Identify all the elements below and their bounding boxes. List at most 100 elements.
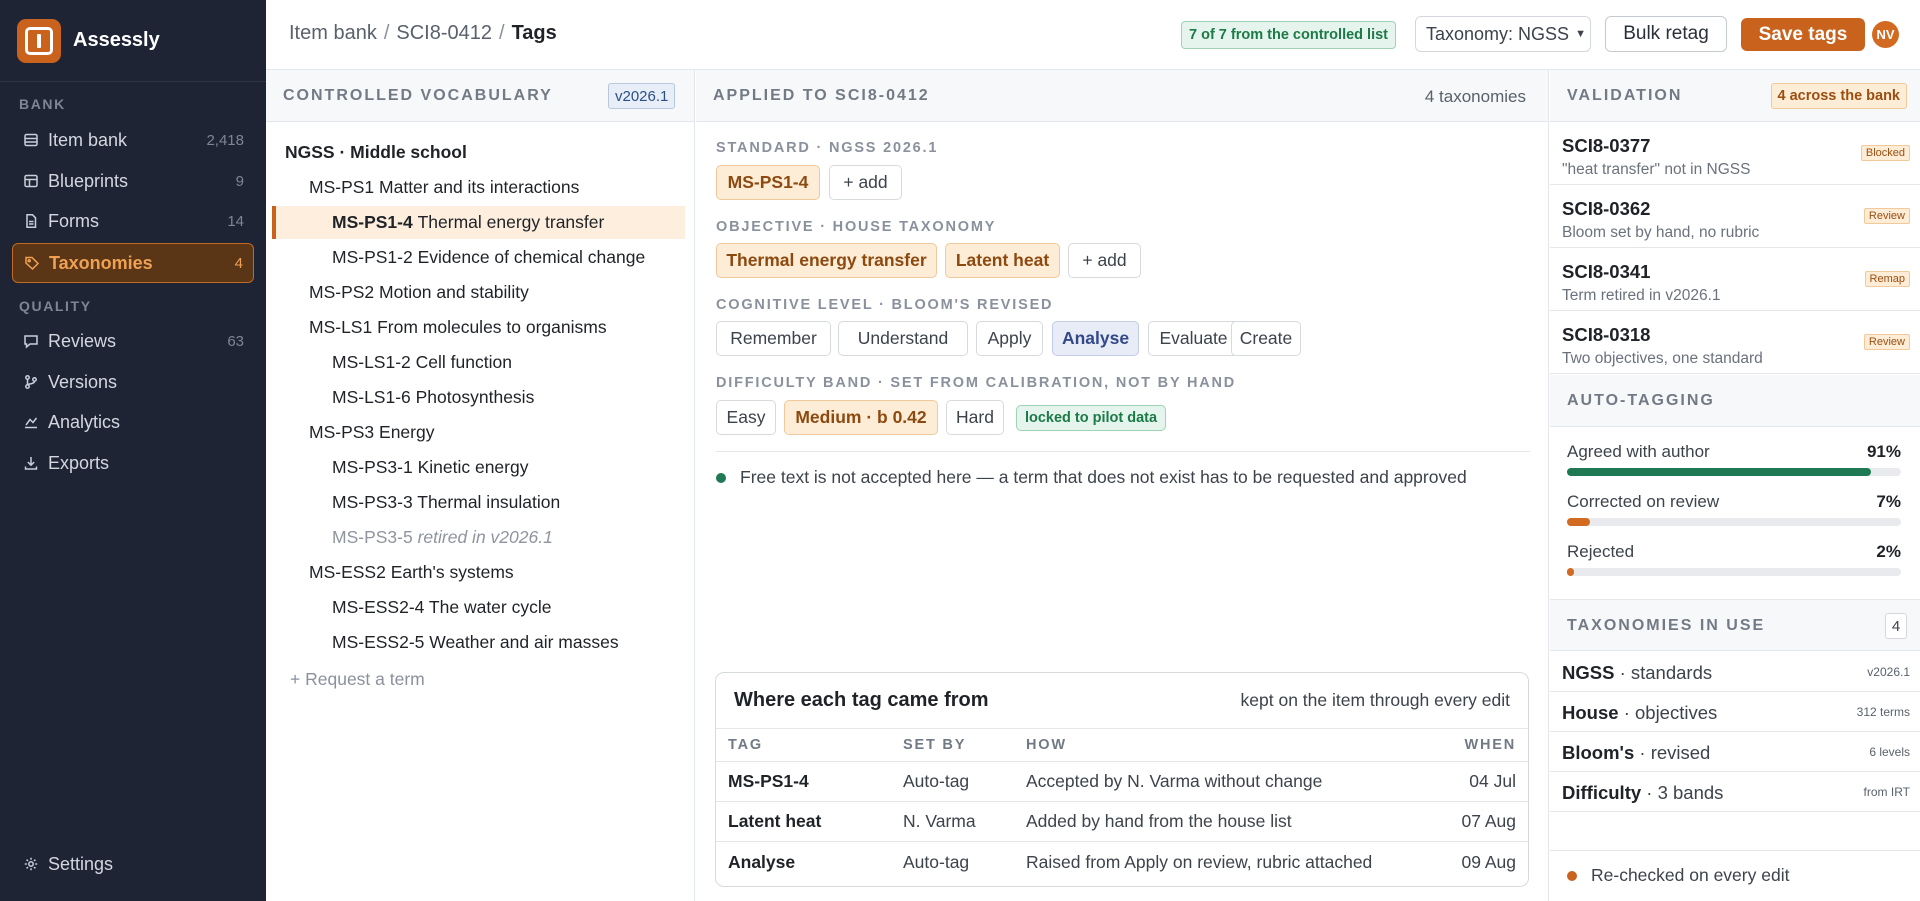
nav-label: Versions (48, 371, 118, 392)
difficulty-option[interactable]: Easy (716, 400, 776, 435)
bulk-retag-button[interactable]: Bulk retag (1605, 16, 1727, 52)
cell-set-by: N. Varma (903, 811, 976, 831)
autotag-title: AUTO-TAGGING (1567, 392, 1715, 409)
taxonomy-in-use[interactable]: Bloom's · revised 6 levels (1550, 732, 1920, 772)
tree-label: MS-PS2 Motion and stability (309, 282, 529, 302)
nav-count: 9 (235, 172, 244, 190)
cell-when: 09 Aug (1461, 851, 1517, 872)
item-id: SCI8-0318 (1562, 324, 1651, 345)
nav-label: Settings (48, 853, 114, 874)
plus-icon: + (290, 669, 301, 689)
cognitive-option[interactable]: Create (1231, 321, 1301, 356)
cell-how: Accepted by N. Varma without change (1026, 771, 1323, 791)
breadcrumb-current: Tags (511, 22, 557, 44)
taxonomy-in-use[interactable]: Difficulty · 3 bands from IRT (1550, 772, 1920, 812)
validation-item[interactable]: SCI8-0341 Term retired in v2026.1 Remap (1550, 249, 1920, 311)
metric-label: Rejected (1567, 542, 1635, 561)
col-tag: TAG (728, 737, 763, 753)
table-row[interactable]: Latent heat N. Varma Added by hand from … (716, 802, 1528, 842)
tag-chip-objective[interactable]: Thermal energy transfer (716, 243, 937, 278)
nav-item-blueprints[interactable]: Blueprints 9 (12, 161, 254, 201)
tree-root[interactable]: NGSS · Middle school (272, 136, 685, 169)
nav-item-settings[interactable]: Settings (12, 844, 254, 884)
item-id: SCI8-0362 (1562, 198, 1651, 219)
validation-title: VALIDATION (1567, 87, 1683, 104)
metric-value: 91% (1866, 442, 1901, 461)
taxonomy-select[interactable]: Taxonomy: NGSS ▼ (1415, 16, 1591, 52)
cell-how: Raised from Apply on review, rubric atta… (1026, 851, 1373, 872)
tree-item[interactable]: MS-LS1 From molecules to organisms (272, 311, 685, 344)
breadcrumb-item[interactable]: SCI8-0412 (396, 22, 492, 44)
item-desc: Two objectives, one standard (1562, 350, 1763, 367)
table-row[interactable]: MS-PS1-4 Auto-tag Accepted by N. Varma w… (716, 762, 1528, 802)
validation-item[interactable]: SCI8-0318 Two objectives, one standard R… (1550, 312, 1920, 374)
tree-item[interactable]: MS-LS1-6 Photosynthesis (272, 381, 685, 414)
retired-note: retired in v2026.1 (417, 527, 553, 547)
taxonomy-in-use[interactable]: NGSS · standards v2026.1 (1550, 652, 1920, 692)
autotag-header: AUTO-TAGGING (1550, 375, 1920, 427)
tree-item[interactable]: MS-PS1-2 Evidence of chemical change (272, 241, 685, 274)
tree-item[interactable]: MS-ESS2-5 Weather and air masses (272, 626, 685, 659)
tree-item[interactable]: MS-PS1 Matter and its interactions (272, 171, 685, 204)
tree-label: NGSS · Middle school (285, 142, 467, 162)
cognitive-option[interactable]: Evaluate (1148, 321, 1239, 356)
brand[interactable]: Assessly (0, 0, 266, 82)
cell-tag: Analyse (728, 851, 796, 872)
cognitive-option[interactable]: Remember (716, 321, 831, 356)
taxonomy-meta: v2026.1 (1867, 665, 1910, 679)
cognitive-option[interactable]: Apply (976, 321, 1043, 356)
cognitive-option-selected[interactable]: Analyse (1052, 321, 1139, 356)
validation-header: VALIDATION 4 across the bank (1550, 70, 1920, 122)
nav-item-versions[interactable]: Versions (12, 362, 254, 402)
tree-item[interactable]: MS-ESS2 Earth's systems (272, 556, 685, 589)
nav-item-taxonomies[interactable]: Taxonomies 4 (12, 243, 254, 283)
request-term-link[interactable]: + Request a term (290, 669, 425, 690)
topbar: Item bank / SCI8-0412/Tags 7 of 7 from the… (266, 0, 1920, 70)
provenance-subtitle: kept on the item through every edit (1240, 690, 1510, 710)
taxonomy-in-use[interactable]: House · objectives 312 terms (1550, 692, 1920, 732)
table-row[interactable]: Analyse Auto-tag Raised from Apply on re… (716, 842, 1528, 882)
version-badge: v2026.1 (608, 83, 676, 109)
add-standard-button[interactable]: + add (829, 165, 902, 200)
nav-item-forms[interactable]: Forms 14 (12, 201, 254, 241)
nav-item-analytics[interactable]: Analytics (12, 402, 254, 442)
tree-item[interactable]: MS-LS1-2 Cell function (272, 346, 685, 379)
taxonomy-meta: 6 levels (1869, 745, 1910, 759)
item-desc: Term retired in v2026.1 (1562, 287, 1721, 304)
provenance-card: Where each tag came from kept on the ite… (715, 672, 1529, 887)
status-badge: Review (1863, 334, 1910, 350)
tree-item[interactable]: MS-PS3-1 Kinetic energy (272, 451, 685, 484)
tree-item-selected[interactable]: MS-PS1-4 Thermal energy transfer (272, 206, 685, 239)
tree-item[interactable]: MS-PS3-3 Thermal insulation (272, 486, 685, 519)
taxonomy-name: Bloom's · revised (1562, 742, 1711, 763)
col-how: HOW (1026, 737, 1067, 753)
tree-item[interactable]: MS-ESS2-4 The water cycle (272, 591, 685, 624)
tree-label: MS-PS1-2 Evidence of chemical change (332, 247, 646, 267)
objective-label: OBJECTIVE · HOUSE TAXONOMY (716, 219, 997, 235)
avatar[interactable]: NV (1872, 21, 1899, 48)
validation-item[interactable]: SCI8-0362 Bloom set by hand, no rubric R… (1550, 186, 1920, 248)
tree-item[interactable]: MS-PS3 Energy (272, 416, 685, 449)
breadcrumb-item[interactable]: Item bank (289, 22, 377, 44)
save-tags-button[interactable]: Save tags (1741, 18, 1865, 51)
taxonomy-count: 4 taxonomies (1424, 87, 1526, 106)
standard-label: STANDARD · NGSS 2026.1 (716, 140, 939, 156)
nav-item-bank[interactable]: Item bank 2,418 (12, 120, 254, 160)
nav-item-reviews[interactable]: Reviews 63 (12, 321, 254, 361)
applied-header: APPLIED TO SCI8-0412 4 taxonomies (696, 70, 1548, 122)
nav-count: 14 (227, 212, 244, 230)
progress-fill (1567, 568, 1574, 576)
tree-item[interactable]: MS-PS2 Motion and stability (272, 276, 685, 309)
tag-chip-standard[interactable]: MS-PS1-4 (716, 165, 820, 200)
nav-label: Blueprints (48, 170, 129, 191)
difficulty-option-selected[interactable]: Medium · b 0.42 (784, 400, 938, 435)
plus-icon: + (1082, 250, 1093, 270)
add-objective-button[interactable]: + add (1068, 243, 1141, 278)
taxonomy-meta: 312 terms (1856, 705, 1910, 719)
cognitive-option[interactable]: Understand (838, 321, 968, 356)
tag-chip-objective[interactable]: Latent heat (945, 243, 1060, 278)
cell-how: Added by hand from the house list (1026, 811, 1292, 831)
difficulty-option[interactable]: Hard (946, 400, 1004, 435)
nav-item-exports[interactable]: Exports (12, 443, 254, 483)
validation-item[interactable]: SCI8-0377 "heat transfer" not in NGSS Bl… (1550, 123, 1920, 185)
